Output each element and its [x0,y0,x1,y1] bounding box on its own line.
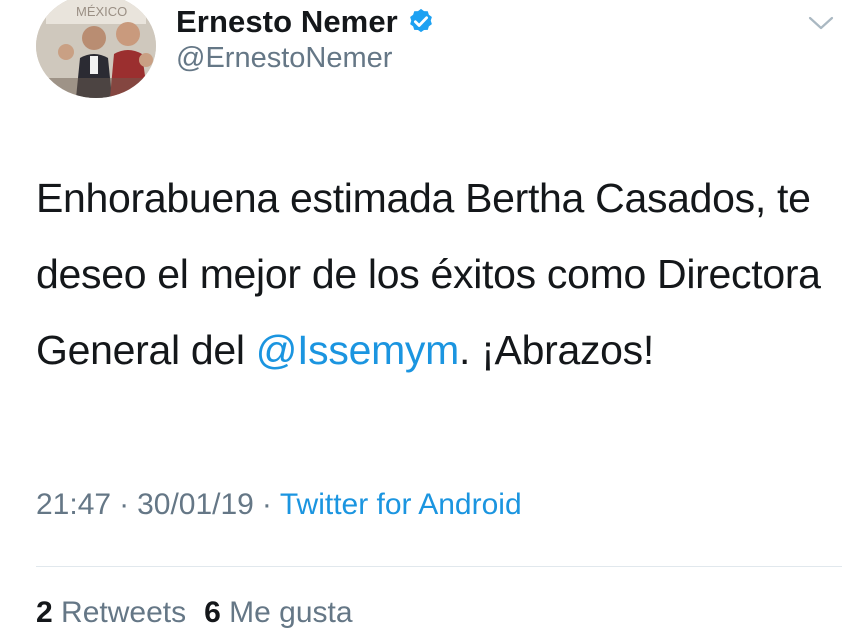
avatar-sign-text: MÉXICO [76,4,127,19]
tweet-meta: 21:47 · 30/01/19 · Twitter for Android [36,488,522,522]
tweet-date[interactable]: 30/01/19 [137,488,254,521]
tweet-source-link[interactable]: Twitter for Android [280,488,522,521]
likes-label: Me gusta [229,596,353,629]
tweet-text-part2: . ¡Abrazos! [459,327,654,373]
chevron-down-icon[interactable] [806,12,836,34]
avatar-photo: MÉXICO [36,0,156,98]
likes-count: 6 [204,596,221,629]
verified-badge-icon [409,8,432,33]
divider [36,566,842,567]
tweet-time[interactable]: 21:47 [36,488,111,521]
tweet-text: Enhorabuena estimada Bertha Casados, te … [36,160,836,388]
meta-separator: · [119,488,130,521]
likes-stat[interactable]: 6 Me gusta [204,596,352,629]
user-handle[interactable]: @ErnestoNemer [176,42,392,75]
retweets-count: 2 [36,596,53,629]
mention-link[interactable]: @Issemym [256,327,460,373]
meta-separator: · [261,488,272,521]
display-name[interactable]: Ernesto Nemer [176,4,398,40]
tweet-stats: 2 Retweets 6 Me gusta [36,596,371,630]
tweet-card: MÉXICO Ernesto Nemer @ErnestoNemer Enhor… [0,0,862,640]
retweets-label: Retweets [61,596,187,629]
retweets-stat[interactable]: 2 Retweets [36,596,186,629]
avatar[interactable]: MÉXICO [36,0,156,98]
author-name-row[interactable]: Ernesto Nemer [176,2,436,42]
